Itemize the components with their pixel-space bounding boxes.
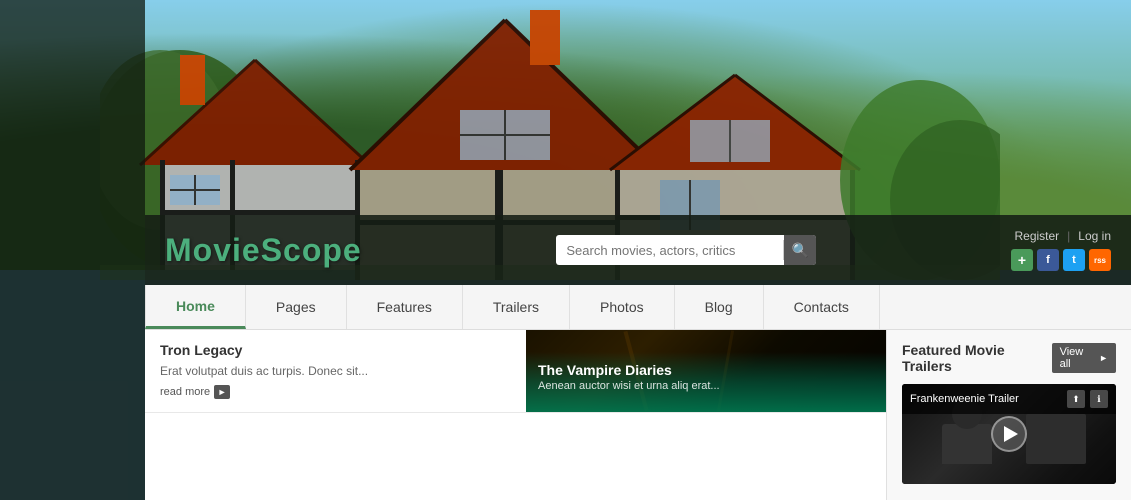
sidebar-section-trailers: Featured Movie Trailers View all ► Frank… bbox=[887, 330, 1131, 496]
trailer-card: Frankenweenie Trailer ⬆ ℹ bbox=[902, 384, 1116, 484]
twitter-icon[interactable]: t bbox=[1063, 249, 1085, 271]
logo-part2: Scope bbox=[261, 232, 362, 268]
nav-item-photos[interactable]: Photos bbox=[570, 285, 675, 329]
play-button[interactable] bbox=[991, 416, 1027, 452]
auth-links: Register | Log in bbox=[1014, 229, 1111, 243]
nav-item-trailers[interactable]: Trailers bbox=[463, 285, 570, 329]
trailer-card-header: Frankenweenie Trailer ⬆ ℹ bbox=[902, 384, 1116, 414]
overlay-title-1: The Vampire Diaries bbox=[538, 362, 874, 378]
rss-icon[interactable]: rss bbox=[1089, 249, 1111, 271]
read-more-label-1: read more bbox=[160, 386, 210, 398]
header: MovieScope 🔍 Register | Log in + f t rss bbox=[145, 215, 1131, 285]
view-all-arrow-icon: ► bbox=[1099, 353, 1108, 363]
main-content: Tron Legacy Erat volutpat duis ac turpis… bbox=[145, 330, 886, 500]
read-more-arrow-1: ► bbox=[214, 385, 230, 399]
nav-item-pages[interactable]: Pages bbox=[246, 285, 347, 329]
read-more-1[interactable]: read more ► bbox=[160, 385, 230, 399]
article-title-1[interactable]: Tron Legacy bbox=[160, 342, 511, 358]
login-link[interactable]: Log in bbox=[1078, 229, 1111, 243]
trailer-icons: ⬆ ℹ bbox=[1067, 390, 1108, 408]
register-link[interactable]: Register bbox=[1014, 229, 1059, 243]
nav-item-contacts[interactable]: Contacts bbox=[764, 285, 880, 329]
site-logo[interactable]: MovieScope bbox=[165, 232, 362, 269]
article-text-1: Tron Legacy Erat volutpat duis ac turpis… bbox=[145, 330, 526, 412]
article-item: Tron Legacy Erat volutpat duis ac turpis… bbox=[145, 330, 886, 413]
nav-item-features[interactable]: Features bbox=[347, 285, 463, 329]
header-right: Register | Log in + f t rss bbox=[1011, 229, 1111, 271]
content-area: Tron Legacy Erat volutpat duis ac turpis… bbox=[145, 330, 1131, 500]
article-list: Tron Legacy Erat volutpat duis ac turpis… bbox=[145, 330, 886, 413]
search-button[interactable]: 🔍 bbox=[784, 235, 816, 265]
article-excerpt-1: Erat volutpat duis ac turpis. Donec sit.… bbox=[160, 363, 511, 380]
article-overlay-1: The Vampire Diaries Aenean auctor wisi e… bbox=[526, 352, 886, 412]
overlay-excerpt-1: Aenean auctor wisi et urna aliq erat... bbox=[538, 380, 874, 392]
nav-item-blog[interactable]: Blog bbox=[675, 285, 764, 329]
search-input[interactable] bbox=[556, 243, 783, 258]
sidebar: Featured Movie Trailers View all ► Frank… bbox=[886, 330, 1131, 500]
auth-separator: | bbox=[1067, 229, 1070, 243]
logo-part1: Movie bbox=[165, 232, 261, 268]
sidebar-header: Featured Movie Trailers View all ► bbox=[902, 342, 1116, 374]
main-navigation: Home Pages Features Trailers Photos Blog… bbox=[145, 285, 1131, 330]
google-plus-icon[interactable]: + bbox=[1011, 249, 1033, 271]
view-all-button[interactable]: View all ► bbox=[1052, 343, 1116, 373]
trailer-share-icon[interactable]: ⬆ bbox=[1067, 390, 1085, 408]
nav-item-home[interactable]: Home bbox=[145, 285, 246, 329]
left-sidebar-strip bbox=[0, 0, 145, 500]
social-icons: + f t rss bbox=[1011, 249, 1111, 271]
facebook-icon[interactable]: f bbox=[1037, 249, 1059, 271]
view-all-label: View all bbox=[1060, 346, 1096, 370]
play-triangle-icon bbox=[1004, 426, 1018, 442]
trailer-title: Frankenweenie Trailer bbox=[910, 393, 1019, 405]
article-image-area-1: The Vampire Diaries Aenean auctor wisi e… bbox=[526, 330, 886, 412]
sidebar-title: Featured Movie Trailers bbox=[902, 342, 1052, 374]
trailer-info-icon[interactable]: ℹ bbox=[1090, 390, 1108, 408]
search-wrapper: 🔍 bbox=[556, 235, 816, 265]
search-area: 🔍 bbox=[362, 235, 1011, 265]
